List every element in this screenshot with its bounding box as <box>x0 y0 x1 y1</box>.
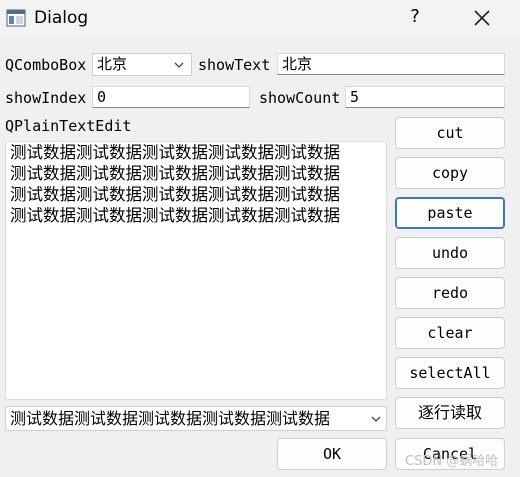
editor-line: 测试数据测试数据测试数据测试数据测试数据 <box>10 185 340 204</box>
chevron-down-icon <box>174 62 184 68</box>
app-window-icon <box>6 9 26 27</box>
copy-button[interactable]: copy <box>395 157 505 189</box>
title-bar: Dialog ? <box>0 0 520 38</box>
editor-line: 测试数据测试数据测试数据测试数据测试数据 <box>10 164 340 183</box>
plain-text-edit-label: QPlainTextEdit <box>5 117 132 135</box>
read-lines-button[interactable]: 逐行读取 <box>395 397 505 429</box>
redo-button[interactable]: redo <box>395 277 505 309</box>
show-count-label: showCount <box>259 89 341 107</box>
city-combo-value: 北京 <box>97 55 128 73</box>
combo-label: QComboBox <box>5 56 87 74</box>
close-icon[interactable] <box>472 8 492 28</box>
show-text-label: showText <box>198 56 271 74</box>
show-text-field[interactable]: 北京 <box>277 53 505 75</box>
text-lines-combo-value: 测试数据测试数据测试数据测试数据测试数据 <box>10 409 331 428</box>
show-count-field[interactable]: 5 <box>345 86 505 108</box>
window-title: Dialog <box>34 8 89 28</box>
editor-line: 测试数据测试数据测试数据测试数据测试数据 <box>10 206 340 225</box>
undo-button[interactable]: undo <box>395 237 505 269</box>
clear-button[interactable]: clear <box>395 317 505 349</box>
show-index-field[interactable]: 0 <box>92 86 250 108</box>
paste-button[interactable]: paste <box>395 197 505 229</box>
ok-button[interactable]: OK <box>277 438 387 470</box>
city-combo-box[interactable]: 北京 <box>92 53 192 76</box>
cut-button[interactable]: cut <box>395 117 505 149</box>
plain-text-editor[interactable]: 测试数据测试数据测试数据测试数据测试数据 测试数据测试数据测试数据测试数据测试数… <box>5 141 387 400</box>
select-all-button[interactable]: selectAll <box>395 357 505 389</box>
help-button[interactable]: ? <box>405 6 425 27</box>
text-lines-combo-box[interactable]: 测试数据测试数据测试数据测试数据测试数据 <box>5 406 387 431</box>
editor-line: 测试数据测试数据测试数据测试数据测试数据 <box>10 143 340 162</box>
show-index-label: showIndex <box>5 89 87 107</box>
watermark: CSDN @蜗哈哈 <box>405 454 499 469</box>
chevron-down-icon <box>371 416 381 422</box>
